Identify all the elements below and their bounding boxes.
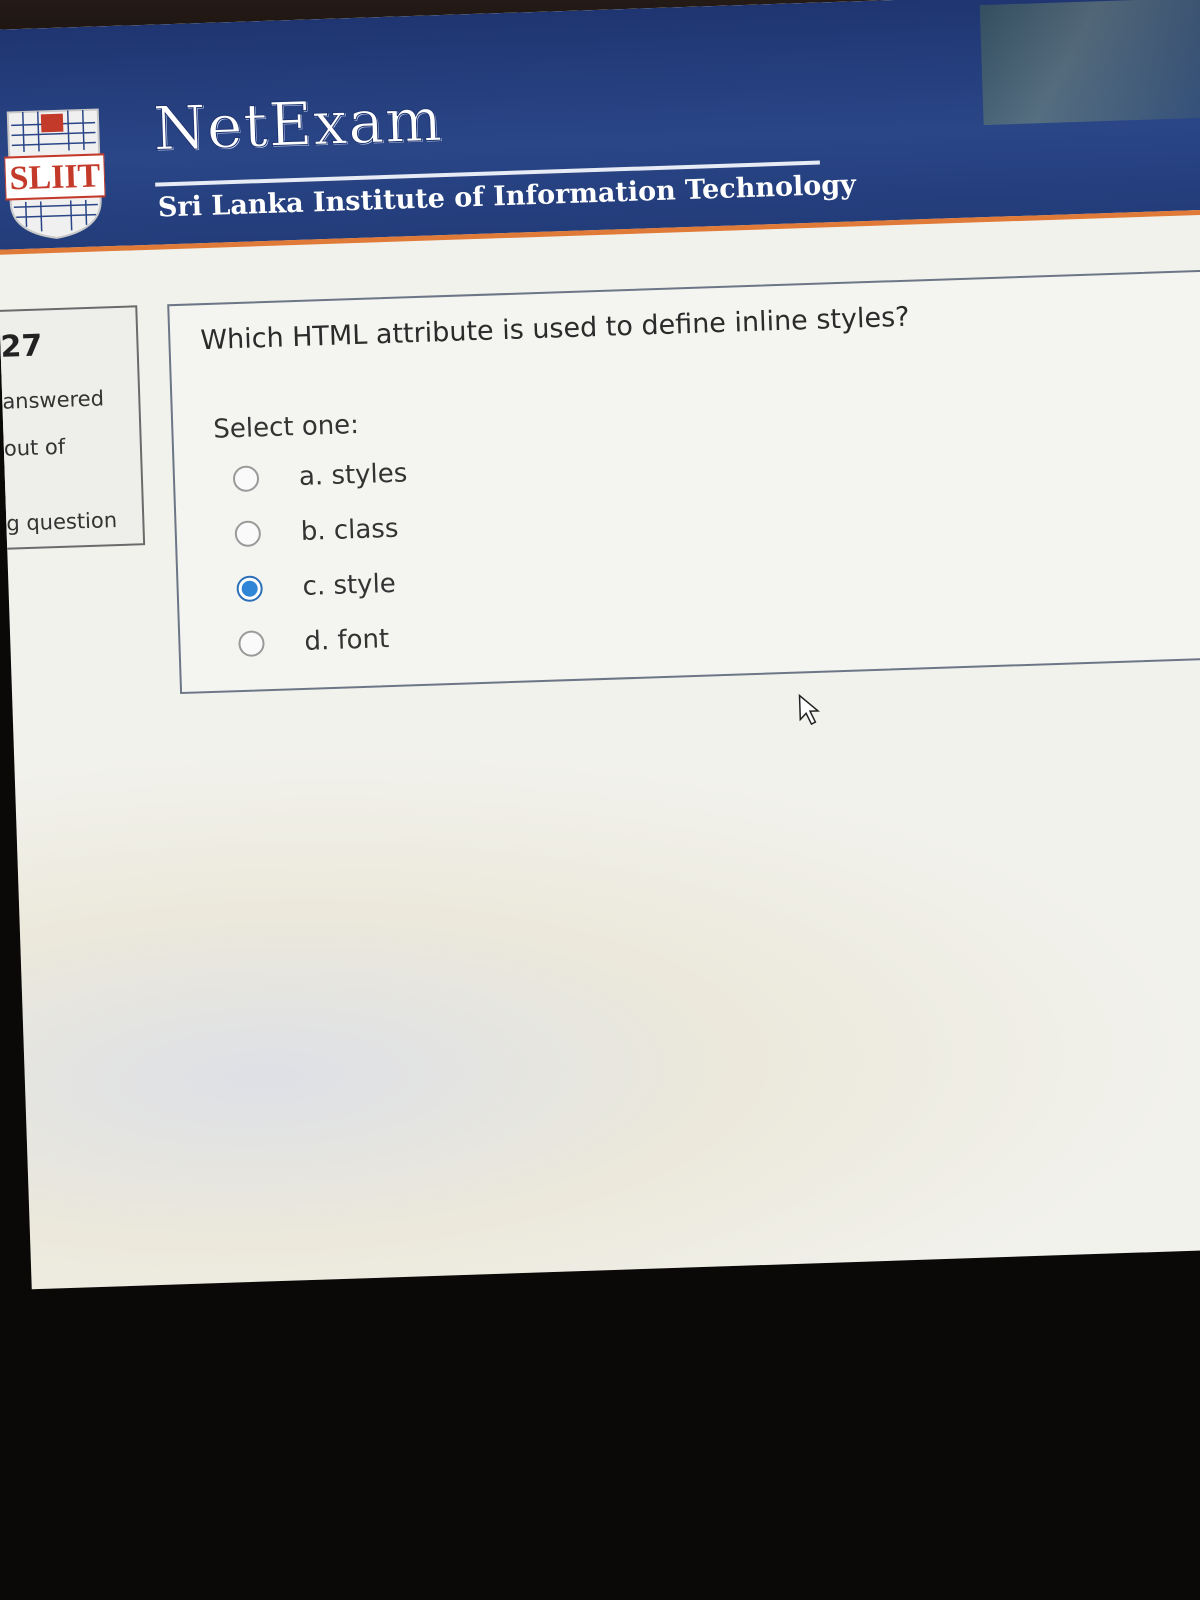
header-banner-image [979, 0, 1200, 126]
brand-title: NetExam [152, 85, 445, 166]
screen-glare [13, 709, 1200, 1290]
radio-button-b[interactable] [234, 520, 262, 548]
radio-button-c-selected[interactable] [236, 575, 264, 603]
answer-option-b[interactable]: b. class [234, 513, 399, 549]
answer-option-a[interactable]: a. styles [232, 458, 408, 494]
sliit-logo-icon: SLIIT [3, 108, 107, 239]
brand-subtitle: Sri Lanka Institute of Information Techn… [157, 169, 857, 224]
monitor-screen: SLIIT NetExam Sri Lanka Institute of Inf… [0, 0, 1200, 1290]
option-label-b: b. class [300, 513, 399, 547]
answer-option-d[interactable]: d. font [238, 624, 390, 659]
question-panel: Which HTML attribute is used to define i… [167, 267, 1200, 695]
site-header: SLIIT NetExam Sri Lanka Institute of Inf… [0, 0, 1200, 255]
flag-question-link[interactable]: g question [6, 508, 117, 536]
question-status: answered [1, 386, 105, 414]
select-one-label: Select one: [212, 409, 360, 445]
option-label-d: d. font [303, 624, 390, 657]
question-number: 27 [0, 328, 43, 365]
question-marks: out of [3, 434, 66, 461]
option-label-c: c. style [302, 568, 397, 602]
mouse-pointer-icon [798, 693, 821, 726]
question-text: Which HTML attribute is used to define i… [199, 301, 910, 357]
option-label-a: a. styles [298, 458, 408, 492]
answer-option-c[interactable]: c. style [236, 569, 396, 604]
radio-button-d[interactable] [238, 630, 265, 658]
logo-text: SLIIT [9, 157, 101, 197]
question-info-panel: 27 answered out of g question [0, 305, 146, 551]
radio-button-a[interactable] [232, 465, 260, 493]
